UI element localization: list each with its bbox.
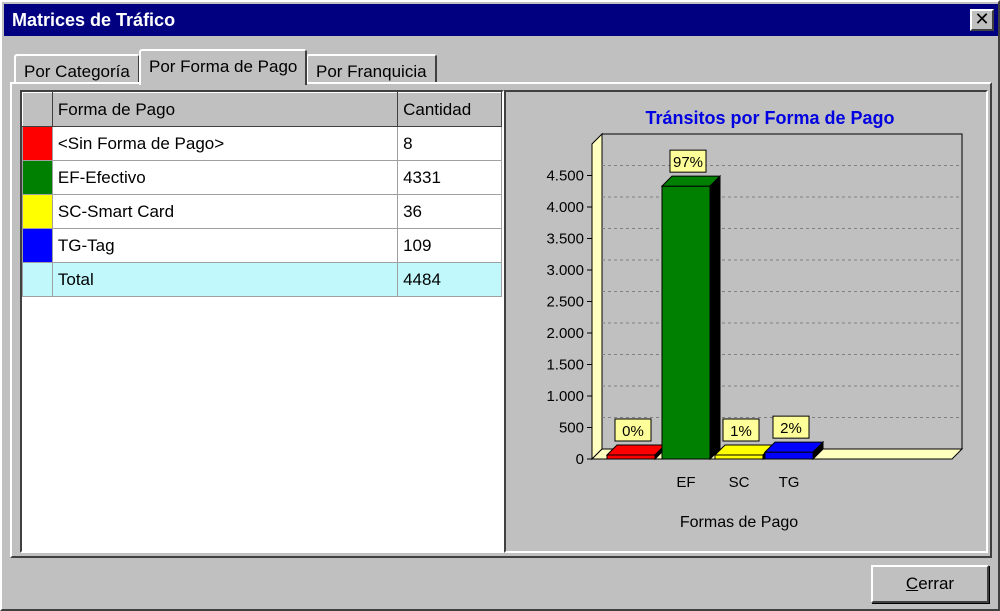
table-row[interactable]: EF-Efectivo 4331	[22, 160, 502, 195]
x-tick-label: EF	[676, 474, 695, 491]
row-label[interactable]: EF-Efectivo	[51, 160, 399, 195]
x-tick-label: TG	[779, 474, 800, 491]
y-tick-label: 3.000	[546, 262, 584, 279]
data-label: 2%	[780, 420, 802, 437]
bar-side	[709, 174, 721, 461]
y-tick-label: 4.000	[546, 199, 584, 216]
color-swatch	[22, 160, 53, 195]
tab-por-categoria[interactable]: Por Categoría	[14, 54, 140, 84]
x-tick-label: SC	[729, 474, 750, 491]
total-value[interactable]: 4484	[397, 262, 502, 297]
total-row[interactable]: Total 4484	[22, 262, 502, 297]
table-header-row: Forma de Pago Cantidad	[22, 92, 502, 127]
row-value[interactable]: 109	[397, 228, 502, 263]
bar	[764, 451, 814, 460]
chart-side-wall	[591, 132, 603, 461]
color-swatch	[22, 228, 53, 263]
row-label[interactable]: <Sin Forma de Pago>	[51, 126, 399, 161]
window-title: Matrices de Tráfico	[12, 10, 176, 30]
color-swatch	[22, 126, 53, 161]
cerrar-mnemonic: C	[905, 574, 919, 593]
cerrar-label: errar	[918, 574, 955, 593]
y-tick-label: 0	[576, 451, 584, 468]
column-header-forma-de-pago[interactable]: Forma de Pago	[51, 92, 399, 127]
payment-table: Forma de Pago Cantidad <Sin Forma de Pag…	[22, 92, 502, 297]
table-row[interactable]: TG-Tag 109	[22, 228, 502, 263]
row-selector-header[interactable]	[22, 92, 53, 127]
cerrar-button[interactable]: Cerrar	[871, 565, 989, 603]
close-window-icon[interactable]: ✕	[970, 9, 994, 31]
tab-por-franquicia[interactable]: Por Franquicia	[306, 54, 437, 84]
table-row[interactable]: <Sin Forma de Pago> 8	[22, 126, 502, 161]
color-swatch	[22, 194, 53, 229]
row-value[interactable]: 4331	[397, 160, 502, 195]
total-label[interactable]: Total	[51, 262, 399, 297]
row-label[interactable]: TG-Tag	[51, 228, 399, 263]
bar	[606, 454, 656, 460]
y-tick-label: 2.000	[546, 325, 584, 342]
y-tick-label: 2.500	[546, 294, 584, 311]
bar	[661, 185, 711, 460]
row-value[interactable]: 8	[397, 126, 502, 161]
y-tick-label: 1.500	[546, 357, 584, 374]
data-grid[interactable]: Forma de Pago Cantidad <Sin Forma de Pag…	[20, 90, 504, 553]
bar-chart: Tránsitos por Forma de Pago 0 500 1.000 1.5…	[546, 108, 964, 531]
total-swatch	[22, 262, 53, 297]
y-tick-label: 1.000	[546, 388, 584, 405]
y-tick-label: 500	[559, 420, 584, 437]
bar	[714, 454, 764, 460]
column-header-cantidad[interactable]: Cantidad	[397, 92, 502, 127]
title-bar: Matrices de Tráfico ✕	[4, 4, 998, 36]
row-label[interactable]: SC-Smart Card	[51, 194, 399, 229]
table-row[interactable]: SC-Smart Card 36	[22, 194, 502, 229]
data-label: 97%	[673, 154, 703, 171]
x-axis-label: Formas de Pago	[680, 514, 798, 531]
row-value[interactable]: 36	[397, 194, 502, 229]
y-tick-label: 3.500	[546, 231, 584, 248]
chart-panel: Tránsitos por Forma de Pago 0 500 1.000 1.5…	[504, 90, 988, 553]
y-tick-label: 4.500	[546, 168, 584, 185]
chart-title: Tránsitos por Forma de Pago	[645, 108, 894, 128]
tab-panel: Forma de Pago Cantidad <Sin Forma de Pag…	[10, 82, 992, 558]
tab-por-forma-de-pago[interactable]: Por Forma de Pago	[139, 49, 308, 85]
data-label: 0%	[622, 423, 644, 440]
data-label: 1%	[730, 423, 752, 440]
